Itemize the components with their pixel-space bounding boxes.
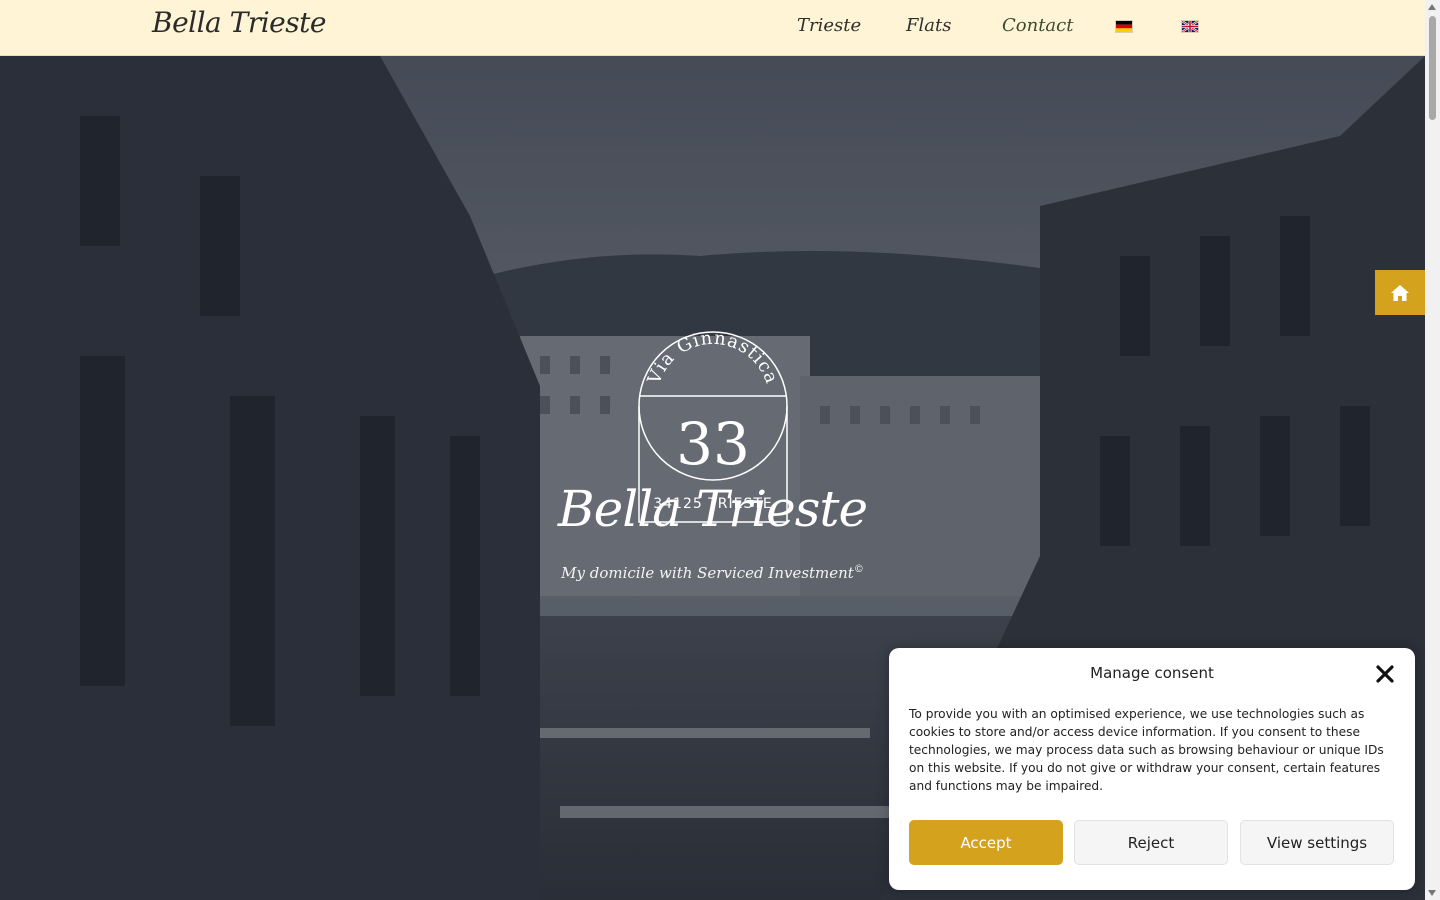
brand-logo-link[interactable]: Bella Trieste [152,6,326,39]
reject-button[interactable]: Reject [1074,820,1228,865]
hero-subtitle-text: My domicile with Serviced Investment [561,564,854,582]
home-button[interactable] [1375,270,1425,315]
seal-number: 33 [676,410,750,478]
home-icon [1391,284,1409,301]
consent-text: To provide you with an optimised experie… [909,707,1384,793]
english-flag-icon[interactable] [1182,21,1198,32]
scroll-up-arrow[interactable] [1428,4,1436,10]
consent-dialog: Manage consent To provide you with an op… [889,648,1415,890]
nav-link-flats[interactable]: Flats [906,15,951,36]
accept-button[interactable]: Accept [909,820,1063,865]
view-settings-button[interactable]: View settings [1240,820,1394,865]
page-scrollbar[interactable] [1425,0,1440,900]
seal-arc-text: Via Ginnastica [643,330,781,388]
close-icon[interactable] [1375,664,1395,684]
scroll-down-arrow[interactable] [1428,890,1436,896]
nav-link-contact[interactable]: Contact [1002,15,1073,36]
svg-text:Via Ginnastica: Via Ginnastica [643,330,782,388]
scroll-thumb[interactable] [1429,16,1436,120]
hero-title: Bella Trieste [557,480,868,538]
site-header: Bella Trieste Trieste Flats Contact [0,0,1425,56]
copyright-mark: © [853,564,864,575]
consent-title: Manage consent [1090,664,1214,682]
hero-subtitle: My domicile with Serviced Investment© [0,564,1425,582]
nav-link-trieste[interactable]: Trieste [797,15,861,36]
german-flag-icon[interactable] [1116,21,1132,32]
